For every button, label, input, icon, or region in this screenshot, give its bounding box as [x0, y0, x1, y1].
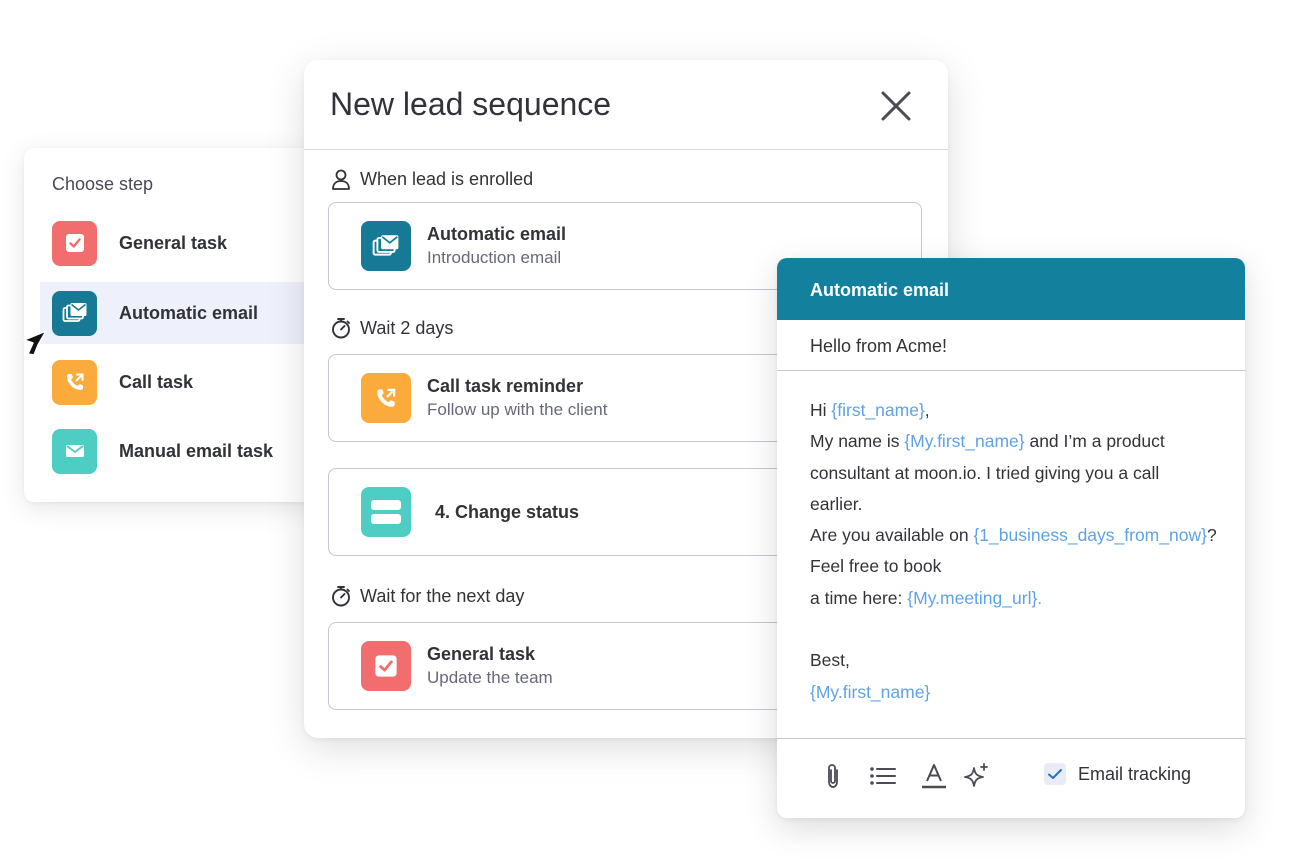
body-text: ?: [1206, 525, 1217, 546]
sparkle-icon[interactable]: [962, 761, 992, 791]
template-variable: {My.first_name}: [904, 431, 1025, 452]
step-option-automatic-email[interactable]: Automatic email: [40, 282, 324, 344]
card-title: General task: [427, 644, 536, 664]
body-line: My name is {My.first_name} and I’m a pro…: [810, 426, 1217, 457]
stopwatch-icon: [330, 317, 352, 339]
close-icon[interactable]: [876, 86, 916, 126]
person-icon: [330, 168, 352, 190]
section-label-text: When lead is enrolled: [360, 168, 534, 189]
section-when-enrolled: When lead is enrolled: [330, 168, 533, 190]
body-text: Are you available on: [810, 525, 974, 546]
list-icon[interactable]: [868, 761, 898, 791]
card-title: 4. Change status: [435, 501, 580, 522]
toolbar-divider: [777, 738, 1245, 739]
body-line: Are you available on {1_business_days_fr…: [810, 520, 1217, 551]
card-subtitle: Update the team: [427, 668, 553, 687]
body-line: a time here: {My.meeting_url}.: [810, 583, 1217, 614]
template-variable: {first_name}: [831, 400, 925, 420]
body-text: and I’m a product: [1024, 431, 1165, 452]
checkbox-icon: [361, 641, 411, 691]
choose-step-title: Choose step: [52, 174, 154, 194]
body-text: a time here:: [810, 587, 908, 608]
email-editor-header: Automatic email: [777, 258, 1245, 320]
step-option-label: General task: [119, 232, 228, 253]
step-option-label: Automatic email: [119, 302, 259, 323]
email-subject-field[interactable]: Hello from Acme!: [810, 336, 947, 357]
step-option-call-task[interactable]: Call task: [40, 351, 324, 413]
card-title: Call task reminder: [427, 376, 584, 396]
subject-divider: [777, 370, 1245, 371]
body-line: Best,: [810, 650, 850, 671]
email-body-editor[interactable]: Hi {first_name}, My name is {My.first_na…: [810, 395, 1217, 708]
body-line: consultant at moon.io. I tried giving yo…: [810, 462, 1160, 483]
template-variable: {1_business_days_from_now}: [973, 525, 1207, 546]
template-variable: {My.meeting_url}.: [907, 587, 1043, 608]
card-subtitle: Introduction email: [427, 248, 562, 267]
section-label-text: Wait for the next day: [360, 585, 525, 606]
email-tracking-toggle[interactable]: Email tracking: [1044, 763, 1191, 785]
status-icon: [361, 487, 411, 537]
template-variable: {My.first_name}: [810, 681, 931, 702]
step-option-general-task[interactable]: General task: [40, 212, 324, 274]
body-line: Feel free to book: [810, 556, 942, 577]
card-subtitle: Follow up with the client: [427, 400, 608, 419]
phone-icon: [361, 373, 411, 423]
body-text: Hi: [810, 400, 832, 420]
step-option-manual-email-task[interactable]: Manual email task: [40, 420, 324, 482]
phone-icon: [52, 359, 97, 405]
stopwatch-icon: [330, 585, 352, 607]
body-line: earlier.: [810, 493, 863, 514]
body-text: My name is: [810, 431, 905, 452]
choose-step-panel: Choose step General task Automatic email…: [24, 148, 324, 502]
mouse-cursor-icon: [23, 330, 47, 356]
step-option-label: Call task: [119, 371, 194, 392]
checkbox-icon: [52, 220, 97, 266]
step-option-label: Manual email task: [119, 440, 274, 461]
modal-title: New lead sequence: [330, 86, 612, 122]
email-stack-icon: [361, 221, 411, 271]
paperclip-icon[interactable]: [818, 761, 848, 791]
body-blank-line: [810, 614, 1217, 645]
body-line: Hi {first_name},: [810, 395, 1217, 426]
envelope-icon: [52, 428, 97, 474]
section-label-text: Wait 2 days: [360, 317, 454, 338]
modal-divider: [304, 149, 948, 150]
email-tracking-label: Email tracking: [1078, 763, 1192, 784]
card-title: Automatic email: [427, 224, 567, 244]
email-editor-panel: Automatic email Hello from Acme! Hi {fir…: [777, 258, 1245, 818]
body-text: ,: [924, 400, 930, 420]
section-wait-2-days: Wait 2 days: [330, 317, 453, 339]
text-color-icon[interactable]: [919, 761, 949, 791]
email-tracking-checkbox[interactable]: [1044, 763, 1066, 785]
section-wait-next-day: Wait for the next day: [330, 585, 524, 607]
email-stack-icon: [52, 290, 97, 336]
